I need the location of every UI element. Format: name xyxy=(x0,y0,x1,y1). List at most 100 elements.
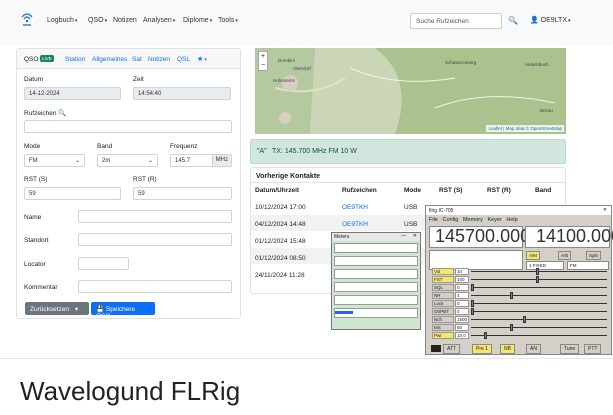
locator-input[interactable] xyxy=(78,257,129,270)
band-select[interactable]: 2m ⌄ xyxy=(97,154,158,167)
mode-select[interactable]: FM ⌄ xyxy=(24,154,85,167)
menu-analysen[interactable]: Analysen▾ xyxy=(143,17,175,24)
map[interactable]: + − Dornbirn Oberdorf Hohenems Schwarzenb… xyxy=(255,48,566,134)
map-label: Bezau xyxy=(540,108,553,113)
flrig-control-label[interactable]: Nch xyxy=(432,316,454,323)
flrig-slider-knob[interactable] xyxy=(471,300,474,307)
flrig-slider-track[interactable] xyxy=(471,327,607,328)
menu-qso[interactable]: QSO▾ xyxy=(88,17,107,24)
minimize-icon[interactable]: — xyxy=(401,233,406,239)
flrig-control-label[interactable]: Vol xyxy=(432,268,454,275)
row-callsign-link[interactable]: OE9TKH xyxy=(342,221,368,228)
star-icon[interactable]: ★▾ xyxy=(197,55,207,63)
menu-diplome[interactable]: Diplome▾ xyxy=(183,17,212,24)
tab-notizen[interactable]: Notizen xyxy=(148,56,170,63)
reset-button[interactable]: Zurücksetzen ▾ xyxy=(25,302,89,315)
flrig-slider-track[interactable] xyxy=(471,271,607,272)
zeit-field[interactable]: 14:54:40 xyxy=(133,87,231,100)
menu-help[interactable]: Help xyxy=(506,217,517,223)
rst-s-input[interactable]: 59 xyxy=(24,187,121,200)
kommentar-label: Kommentar xyxy=(24,284,58,291)
wavelog-logo-icon[interactable] xyxy=(20,11,34,27)
menu-logbuch[interactable]: Logbuch▾ xyxy=(47,17,77,24)
flrig-slider-track[interactable] xyxy=(471,311,607,312)
close-icon[interactable]: ✕ xyxy=(413,233,417,239)
nb-button[interactable]: NB xyxy=(500,344,515,354)
user-menu[interactable]: 👤 OE9LTX▾ xyxy=(530,16,571,24)
contacts-title: Vorherige Kontakte xyxy=(256,173,321,180)
menu-tools[interactable]: Tools▾ xyxy=(218,17,238,24)
tab-allgemeines[interactable]: Allgemeines xyxy=(92,56,127,63)
pre-button[interactable]: Pre 1 xyxy=(472,344,492,354)
vfo-b-display[interactable]: 14100.000 xyxy=(525,226,613,248)
map-attribution[interactable]: Leaflet | Map data © OpenStreetMap xyxy=(486,125,564,132)
close-icon[interactable]: ✕ xyxy=(603,207,607,213)
zeit-label: Zeit xyxy=(133,76,144,83)
vfo-a-display[interactable]: 145700.000 xyxy=(429,226,530,248)
flrig-slider-knob[interactable] xyxy=(471,284,474,291)
menu-config[interactable]: Config xyxy=(442,217,458,223)
flrig-slider-knob[interactable] xyxy=(536,268,539,275)
frequenz-input[interactable]: 145.7 MHz xyxy=(170,154,232,167)
zoom-controls[interactable]: + − xyxy=(258,51,268,71)
flrig-control-label[interactable]: SQL xyxy=(432,284,454,291)
meters-window[interactable]: Meters ✕ — xyxy=(331,232,421,330)
flrig-slider-track[interactable] xyxy=(471,295,607,296)
user-icon: 👤 xyxy=(530,17,539,24)
datum-label: Datum xyxy=(24,76,44,83)
id-meter xyxy=(334,295,418,305)
flrig-control-label[interactable]: Lock xyxy=(432,300,454,307)
flrig-slider-track[interactable] xyxy=(471,303,607,304)
map-terrain xyxy=(255,48,566,134)
flrig-control-label[interactable]: NR xyxy=(432,292,454,299)
flrig-slider-knob[interactable] xyxy=(510,292,513,299)
callsign-search-input[interactable]: Suche Rufzeichen xyxy=(410,13,502,29)
flrig-slider-track[interactable] xyxy=(471,279,607,280)
standort-input[interactable] xyxy=(78,233,232,246)
flrig-slider-knob[interactable] xyxy=(471,308,474,315)
datum-field[interactable]: 14-12-2024 xyxy=(24,87,121,100)
rufzeichen-input[interactable] xyxy=(24,120,232,133)
name-input[interactable] xyxy=(78,210,232,223)
kommentar-input[interactable] xyxy=(78,280,232,293)
menu-memory[interactable]: Memory xyxy=(463,217,483,223)
mode-select[interactable]: FM xyxy=(567,261,609,270)
rst-r-input[interactable]: 59 xyxy=(133,187,232,200)
menu-file[interactable]: File xyxy=(429,217,438,223)
flrig-slider-knob[interactable] xyxy=(510,324,513,331)
power-meter xyxy=(334,256,418,266)
zoom-in-button[interactable]: + xyxy=(261,53,265,60)
flrig-slider-track[interactable] xyxy=(471,335,607,336)
tab-qso[interactable]: QSO xyxy=(24,56,38,63)
flrig-control-label[interactable]: Pwr xyxy=(432,332,454,339)
row-callsign-link[interactable]: OE9TKH xyxy=(342,204,368,211)
search-icon[interactable]: 🔍 xyxy=(505,13,521,29)
menu-keyer[interactable]: Keyer xyxy=(487,217,501,223)
save-qso-button[interactable]: 💾 Speichere QSO xyxy=(91,302,155,320)
flrig-slider-track[interactable] xyxy=(471,319,607,320)
split-button[interactable]: Split xyxy=(586,251,601,260)
flrig-control-label[interactable]: OtrPBT xyxy=(432,308,454,315)
flrig-menubar: File Config Memory Keyer Help xyxy=(426,216,611,225)
filter-select[interactable]: 1 FIXED xyxy=(526,261,564,270)
flrig-control-label[interactable]: FST xyxy=(432,276,454,283)
flrig-slider-knob[interactable] xyxy=(523,316,526,323)
flrig-slider-knob[interactable] xyxy=(536,276,539,283)
power-button[interactable] xyxy=(431,345,441,352)
tab-sat[interactable]: Sat xyxy=(132,56,142,63)
ptt-button[interactable]: PTT xyxy=(584,344,602,354)
flrig-slider-knob[interactable] xyxy=(484,332,487,339)
ab-button[interactable]: A/B xyxy=(558,251,572,260)
standort-label: Standort xyxy=(24,237,49,244)
menu-notizen[interactable]: Notizen xyxy=(113,17,137,24)
zoom-out-button[interactable]: − xyxy=(261,62,265,69)
tab-station[interactable]: Station xyxy=(65,56,85,63)
att-button[interactable]: ATT xyxy=(443,344,461,354)
tab-qsl[interactable]: QSL xyxy=(177,56,190,63)
tune-button[interactable]: Tune xyxy=(560,344,580,354)
flrig-slider-track[interactable] xyxy=(471,287,607,288)
mode-label: Mode xyxy=(24,143,41,150)
an-button[interactable]: AN xyxy=(526,344,541,354)
flrig-control-label[interactable]: Mic xyxy=(432,324,454,331)
am-button[interactable]: A/M xyxy=(526,251,541,260)
